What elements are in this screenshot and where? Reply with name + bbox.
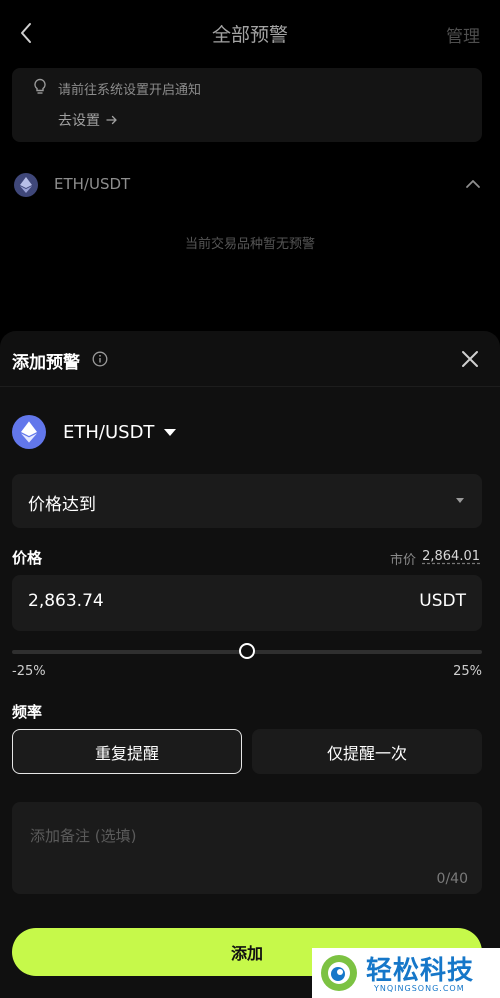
arrow-right-icon	[106, 115, 117, 125]
price-unit: USDT	[419, 591, 466, 611]
watermark-subtext: YNQINGSONG.COM	[374, 984, 465, 993]
slider-min-label: -25%	[12, 664, 46, 679]
close-icon[interactable]	[460, 349, 480, 369]
price-input[interactable]: 2,863.74 USDT	[12, 575, 482, 631]
chevron-up-icon[interactable]	[464, 176, 482, 192]
price-slider-thumb[interactable]	[239, 643, 255, 659]
market-price-value[interactable]: 2,864.01	[422, 549, 480, 564]
sheet-divider	[0, 386, 500, 387]
manage-button[interactable]: 管理	[446, 22, 480, 47]
condition-value: 价格达到	[28, 495, 96, 515]
leaf-logo-icon	[321, 955, 357, 991]
frequency-repeat-button[interactable]: 重复提醒	[12, 729, 242, 774]
price-label: 价格	[12, 549, 43, 567]
condition-dropdown[interactable]: 价格达到	[12, 474, 482, 528]
notice-text: 请前往系统设置开启通知	[58, 83, 202, 98]
info-icon[interactable]	[92, 351, 108, 367]
market-price-label: 市价	[389, 553, 416, 568]
go-to-settings-label: 去设置	[58, 113, 100, 129]
slider-max-label: 25%	[453, 664, 482, 679]
frequency-once-button[interactable]: 仅提醒一次	[252, 729, 482, 774]
notification-notice: 请前往系统设置开启通知 去设置	[12, 68, 482, 142]
page-title: 全部预警	[211, 24, 288, 46]
watermark-text: 轻松科技	[366, 956, 475, 986]
top-bar: 全部预警 管理	[0, 0, 500, 66]
caret-down-icon	[456, 498, 464, 503]
eth-icon	[14, 173, 38, 197]
pair-name: ETH/USDT	[54, 175, 131, 193]
frequency-label: 频率	[12, 703, 43, 721]
note-placeholder: 添加备注 (选填)	[30, 827, 137, 845]
pair-alert-group[interactable]: ETH/USDT	[0, 164, 500, 204]
price-input-value: 2,863.74	[28, 591, 104, 611]
watermark: 轻松科技 YNQINGSONG.COM	[312, 948, 500, 998]
note-char-count: 0/40	[436, 871, 468, 887]
note-textarea[interactable]: 添加备注 (选填) 0/40	[12, 802, 482, 894]
sheet-title: 添加预警	[12, 353, 80, 373]
caret-down-icon	[164, 428, 177, 436]
selected-pair: ETH/USDT	[63, 421, 155, 443]
empty-state-text: 当前交易品种暂无预警	[184, 237, 315, 252]
pair-selector[interactable]: ETH/USDT	[12, 414, 177, 450]
price-alert-screen: 全部预警 管理 请前往系统设置开启通知 去设置 ETH/USDT 当前交易品种暂…	[0, 0, 500, 998]
go-to-settings-link[interactable]: 去设置	[58, 110, 118, 130]
add-alert-sheet: 添加预警 ETH/USDT 价格达到 价格 市价 2,864.01 2,863.…	[0, 331, 500, 998]
eth-icon	[12, 415, 46, 449]
lightbulb-icon	[34, 78, 46, 94]
